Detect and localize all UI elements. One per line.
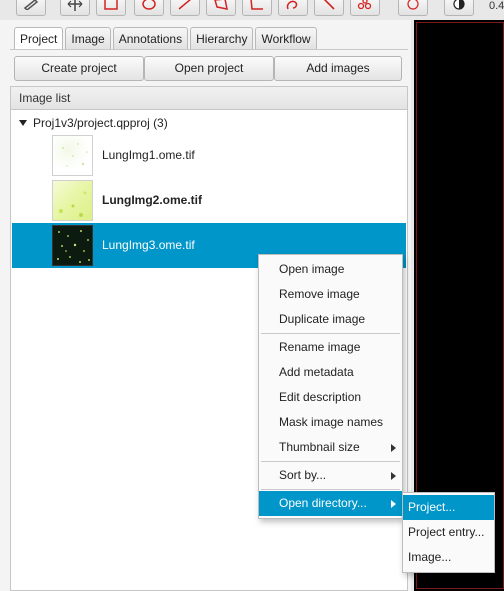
project-root-label: Proj1v3/project.qpproj (3) xyxy=(33,116,168,130)
menu-separator xyxy=(261,333,400,334)
submenu-image[interactable]: Image... xyxy=(403,545,494,570)
tab-hierarchy[interactable]: Hierarchy xyxy=(190,27,254,50)
rectangle-icon[interactable] xyxy=(96,0,126,16)
tab-project[interactable]: Project xyxy=(14,27,64,50)
image-list-item[interactable]: LungImg2.ome.tif xyxy=(12,178,406,223)
image-list-item[interactable]: LungImg1.ome.tif xyxy=(12,133,406,178)
menu-open-directory-label: Open directory... xyxy=(279,496,367,510)
open-project-button[interactable]: Open project xyxy=(144,56,274,81)
tab-workflow[interactable]: Workflow xyxy=(255,27,317,50)
menu-remove-image[interactable]: Remove image xyxy=(259,282,402,307)
image-name: LungImg1.ome.tif xyxy=(102,148,195,162)
image-thumbnail xyxy=(52,135,93,176)
image-thumbnail xyxy=(52,225,93,266)
ruler-icon[interactable] xyxy=(16,0,46,16)
tab-image[interactable]: Image xyxy=(65,27,111,50)
toolbar-value: 0.4 xyxy=(489,0,504,12)
tab-annotations[interactable]: Annotations xyxy=(112,27,189,50)
expand-caret-icon[interactable] xyxy=(19,120,27,126)
image-list-header: Image list xyxy=(10,86,408,110)
menu-separator xyxy=(261,489,400,490)
menu-sort-by[interactable]: Sort by... xyxy=(259,463,402,488)
open-directory-submenu: Project... Project entry... Image... xyxy=(402,492,495,573)
menu-add-metadata[interactable]: Add metadata xyxy=(259,360,402,385)
polygon-icon[interactable] xyxy=(206,0,236,16)
menu-sort-by-label: Sort by... xyxy=(279,468,327,482)
image-name: LungImg2.ome.tif xyxy=(102,193,202,207)
context-menu: Open image Remove image Duplicate image … xyxy=(258,254,403,519)
image-name: LungImg3.ome.tif xyxy=(102,238,195,252)
menu-edit-description[interactable]: Edit description xyxy=(259,385,402,410)
create-project-button[interactable]: Create project xyxy=(14,56,144,81)
toolbar: 0.4 xyxy=(0,0,504,20)
menu-separator xyxy=(261,461,400,462)
selection-mode-icon[interactable] xyxy=(398,0,428,16)
submenu-project-entry[interactable]: Project entry... xyxy=(403,520,494,545)
menu-mask-image-names[interactable]: Mask image names xyxy=(259,410,402,435)
submenu-arrow-icon xyxy=(391,500,396,508)
brush-icon[interactable] xyxy=(278,0,308,16)
tab-bar: Project Image Annotations Hierarchy Work… xyxy=(14,27,319,50)
add-images-button[interactable]: Add images xyxy=(274,56,402,81)
project-tree-root[interactable]: Proj1v3/project.qpproj (3) xyxy=(19,116,168,130)
menu-duplicate-image[interactable]: Duplicate image xyxy=(259,307,402,332)
menu-rename-image[interactable]: Rename image xyxy=(259,335,402,360)
submenu-project[interactable]: Project... xyxy=(403,495,494,520)
points-icon[interactable] xyxy=(350,0,380,16)
submenu-arrow-icon xyxy=(391,444,396,452)
menu-open-directory[interactable]: Open directory... xyxy=(259,491,402,516)
polyline-icon[interactable] xyxy=(242,0,272,16)
contrast-icon[interactable] xyxy=(444,0,474,16)
menu-thumbnail-size-label: Thumbnail size xyxy=(279,440,360,454)
line-icon[interactable] xyxy=(170,0,200,16)
image-thumbnail xyxy=(52,180,93,221)
ellipse-icon[interactable] xyxy=(134,0,164,16)
submenu-arrow-icon xyxy=(391,472,396,480)
menu-open-image[interactable]: Open image xyxy=(259,257,402,282)
wand-icon[interactable] xyxy=(314,0,344,16)
menu-thumbnail-size[interactable]: Thumbnail size xyxy=(259,435,402,460)
move-icon[interactable] xyxy=(60,0,90,16)
